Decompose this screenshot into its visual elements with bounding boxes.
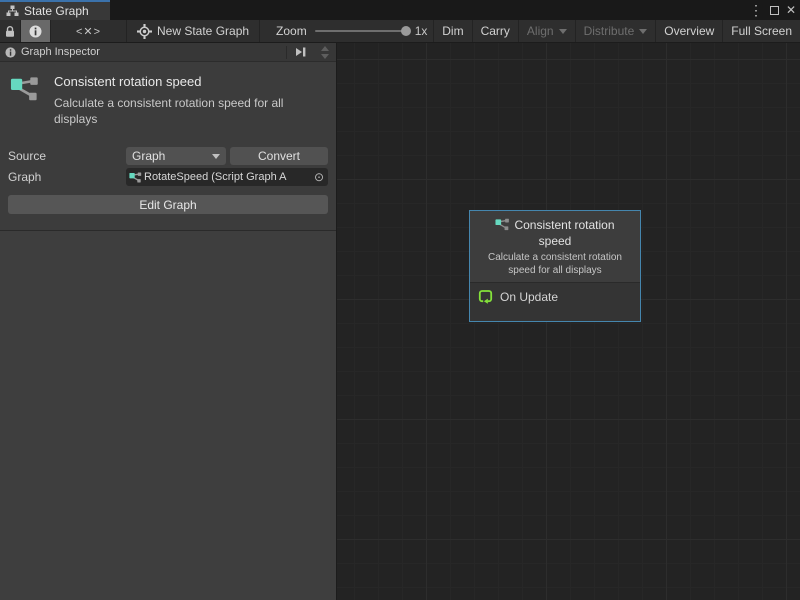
arrow-up-icon [321,46,329,51]
update-event-icon [478,289,493,304]
new-state-graph-button[interactable]: New State Graph [127,20,259,42]
tab-label: State Graph [24,4,89,18]
inspector-empty-area [0,230,336,600]
script-graph-icon [129,171,142,184]
graph-inspector-panel: Graph Inspector [0,43,336,600]
graph-info-block: Consistent rotation speed Calculate a co… [0,62,336,139]
edit-graph-button[interactable]: Edit Graph [8,195,328,214]
source-dropdown-value: Graph [132,149,165,163]
close-icon[interactable]: ✕ [786,4,796,16]
inspector-fields: Source Graph Convert Graph [0,139,336,189]
inspector-title: Graph Inspector [21,46,100,58]
graph-object-field[interactable]: RotateSpeed (Script Graph A ⊙ [126,168,328,186]
graph-row: Graph RotateSpeed (Script Graph A [8,168,328,186]
code-icon: <✕> [76,25,101,38]
chevron-down-icon [212,154,220,159]
zoom-slider-handle[interactable] [401,26,411,36]
code-preview-button[interactable]: <✕> [51,20,126,42]
object-picker-icon[interactable]: ⊙ [312,171,326,183]
graph-field-label: Graph [8,170,126,184]
state-graph-icon [6,5,19,17]
tab-bar: State Graph ⋮ ✕ [0,0,800,20]
state-node-header[interactable]: Consistent rotation speed Calculate a co… [470,211,640,282]
chevron-down-icon [639,29,647,34]
distribute-button[interactable]: Distribute [575,20,656,42]
state-node-title: Consistent rotation speed [514,218,614,248]
script-graph-icon [10,74,40,127]
zoom-control: Zoom 1x [276,20,427,42]
dim-label: Dim [442,24,463,38]
dim-button[interactable]: Dim [433,20,471,42]
align-button[interactable]: Align [518,20,575,42]
zoom-slider[interactable] [315,30,407,32]
on-update-event-row[interactable]: On Update [470,283,640,304]
source-label: Source [8,149,126,163]
graph-object-value: RotateSpeed (Script Graph A [144,171,312,183]
carry-label: Carry [481,24,510,38]
new-state-graph-label: New State Graph [157,24,249,38]
convert-label: Convert [258,149,300,163]
inspector-header: Graph Inspector [0,43,336,62]
tab-state-graph[interactable]: State Graph [0,0,110,20]
overview-button[interactable]: Overview [655,20,722,42]
graph-target-icon [137,24,152,39]
panel-scroll-arrows[interactable] [316,46,334,59]
chevron-down-icon [559,29,567,34]
toolbar-separator [259,20,260,42]
edit-graph-label: Edit Graph [139,198,196,212]
convert-button[interactable]: Convert [230,147,328,165]
state-node-title-row: Consistent rotation speed [480,217,630,249]
zoom-label: Zoom [276,24,307,38]
overview-label: Overview [664,24,714,38]
source-dropdown[interactable]: Graph [126,147,226,165]
zoom-value: 1x [415,24,428,38]
graph-toolbar: <✕> New State Graph Zoom 1x [0,20,800,43]
state-node-description: Calculate a consistent rotation speed fo… [480,251,630,277]
dock-panel-icon[interactable] [292,47,311,57]
window-controls: ⋮ ✕ [749,0,796,20]
distribute-label: Distribute [584,24,635,38]
state-node-body: On Update [470,282,640,321]
source-row: Source Graph Convert [8,147,328,165]
graph-description: Calculate a consistent rotation speed fo… [54,95,326,127]
on-update-label: On Update [500,290,558,304]
header-separator [286,46,287,59]
state-node-consistent-rotation-speed[interactable]: Consistent rotation speed Calculate a co… [469,210,641,322]
carry-button[interactable]: Carry [472,20,518,42]
full-screen-label: Full Screen [731,24,792,38]
full-screen-button[interactable]: Full Screen [722,20,800,42]
inspector-toggle-button[interactable] [21,20,50,42]
graph-title: Consistent rotation speed [54,74,326,89]
align-label: Align [527,24,554,38]
script-graph-icon [495,217,510,232]
arrow-down-icon [321,54,329,59]
info-icon [5,47,16,58]
unity-state-graph-window: State Graph ⋮ ✕ [0,0,800,600]
lock-button[interactable] [0,20,20,42]
lock-icon [4,25,16,38]
maximize-icon[interactable] [770,6,779,15]
info-icon [29,25,42,38]
graph-canvas[interactable]: Consistent rotation speed Calculate a co… [336,43,800,600]
window-menu-icon[interactable]: ⋮ [749,3,763,17]
